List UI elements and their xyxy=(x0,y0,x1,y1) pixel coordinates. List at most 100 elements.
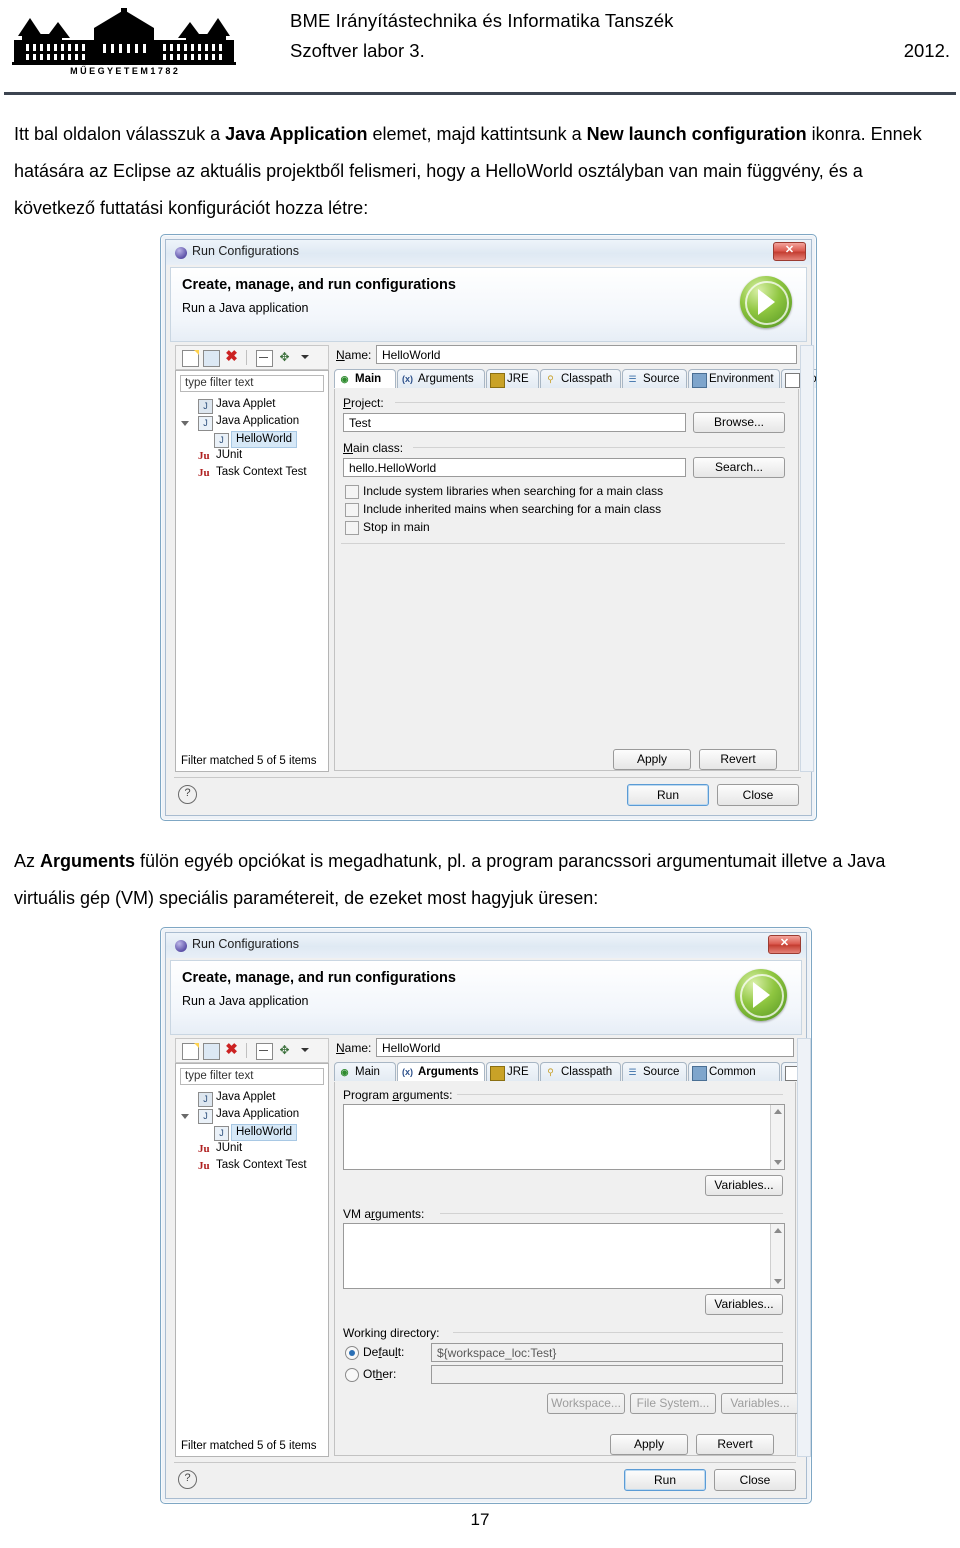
close-button[interactable]: ✕ xyxy=(773,242,806,261)
project-input[interactable]: Test xyxy=(343,413,686,432)
main-icon: ◉ xyxy=(340,1067,349,1077)
collapse-all-icon[interactable] xyxy=(256,1043,273,1060)
radio-button[interactable] xyxy=(345,1346,359,1360)
scroll-down-icon[interactable] xyxy=(774,1160,782,1165)
help-icon[interactable]: ? xyxy=(178,785,197,804)
vm-arguments-scrollbar[interactable] xyxy=(770,1224,784,1288)
program-arguments-scrollbar[interactable] xyxy=(770,1105,784,1169)
working-dir-variables-button[interactable]: Variables... xyxy=(721,1393,799,1414)
tree-item-java-applet[interactable]: J Java Applet xyxy=(180,1090,326,1107)
tab-main[interactable]: ◉ Main xyxy=(334,369,396,388)
run-button[interactable]: Run xyxy=(627,784,709,806)
filter-input[interactable]: type filter text xyxy=(180,1068,324,1085)
search-button[interactable]: Search... xyxy=(693,457,785,478)
jre-icon xyxy=(490,373,505,388)
checkbox-box[interactable] xyxy=(345,503,359,517)
tree-item-junit[interactable]: Ju JUnit xyxy=(180,448,326,465)
vm-variables-button[interactable]: Variables... xyxy=(705,1294,783,1315)
chevron-down-icon[interactable] xyxy=(301,355,309,359)
main-icon: ◉ xyxy=(340,374,349,384)
file-system-button[interactable]: File System... xyxy=(630,1393,716,1414)
configurations-tree[interactable]: J Java Applet J Java Application J Hello… xyxy=(180,1090,326,1175)
section-rule xyxy=(341,543,785,544)
tab-source[interactable]: ☰ Source xyxy=(622,1062,687,1081)
delete-icon[interactable]: ✖ xyxy=(224,1042,239,1058)
tab-classpath[interactable]: ⚲ Classpath xyxy=(540,1062,621,1081)
source-icon: ☰ xyxy=(628,1067,637,1077)
collapse-all-icon[interactable] xyxy=(256,350,273,367)
program-variables-button[interactable]: Variables... xyxy=(705,1175,783,1196)
radio-button[interactable] xyxy=(345,1368,359,1382)
run-button[interactable]: Run xyxy=(624,1469,706,1491)
tree-toolbar[interactable]: ✖ ✥ xyxy=(175,1038,329,1063)
name-input[interactable]: HelloWorld xyxy=(376,1038,794,1057)
tab-bar[interactable]: ◉ Main (x) Arguments JRE ⚲ Classpath ☰ S… xyxy=(334,1062,811,1083)
other-directory-input[interactable] xyxy=(431,1365,783,1384)
name-input[interactable]: HelloWorld xyxy=(376,345,797,364)
tab-source[interactable]: ☰ Source xyxy=(622,369,687,388)
tree-item-helloworld[interactable]: J HelloWorld xyxy=(180,1124,326,1141)
new-launch-configuration-icon[interactable] xyxy=(182,1043,199,1060)
scroll-up-icon[interactable] xyxy=(774,1228,782,1233)
tab-jre[interactable]: JRE xyxy=(486,369,539,388)
tree-item-task-context-test[interactable]: Ju Task Context Test xyxy=(180,1158,326,1175)
duplicate-icon[interactable] xyxy=(203,1043,220,1060)
filter-input[interactable]: type filter text xyxy=(180,375,324,392)
tab-arguments[interactable]: (x) Arguments xyxy=(397,1062,485,1081)
filter-icon[interactable]: ✥ xyxy=(277,1043,292,1058)
configuration-editor-pane: Name: HelloWorld ◉ Main (x) Arguments JR… xyxy=(334,1038,811,1456)
configurations-tree-panel[interactable]: type filter text J Java Applet J Java Ap… xyxy=(175,1063,329,1457)
apply-button[interactable]: Apply xyxy=(613,749,691,770)
run-configurations-dialog-main[interactable]: Run Configurations ✕ Create, manage, and… xyxy=(160,234,817,821)
checkbox-box[interactable] xyxy=(345,521,359,535)
close-dialog-button[interactable]: Close xyxy=(714,1469,796,1491)
tree-item-junit[interactable]: Ju JUnit xyxy=(180,1141,326,1158)
revert-button[interactable]: Revert xyxy=(696,1434,774,1455)
browse-button[interactable]: Browse... xyxy=(693,412,785,433)
delete-icon[interactable]: ✖ xyxy=(224,349,239,365)
chevron-down-icon[interactable] xyxy=(301,1048,309,1052)
dialog-scrollbar[interactable] xyxy=(800,345,814,772)
tree-item-java-application[interactable]: J Java Application xyxy=(180,1107,326,1124)
tab-arguments[interactable]: (x) Arguments xyxy=(397,369,485,388)
scroll-down-icon[interactable] xyxy=(774,1279,782,1284)
expand-arrow-icon[interactable] xyxy=(181,1114,189,1119)
new-launch-configuration-icon[interactable] xyxy=(182,350,199,367)
eclipse-icon xyxy=(175,940,187,952)
vm-arguments-textarea[interactable] xyxy=(343,1223,785,1289)
configurations-tree-panel[interactable]: type filter text J Java Applet J Java Ap… xyxy=(175,370,329,772)
workspace-button[interactable]: Workspace... xyxy=(547,1393,625,1414)
close-button[interactable]: ✕ xyxy=(768,935,801,954)
tab-main[interactable]: ◉ Main xyxy=(334,1062,396,1081)
dialog-scrollbar[interactable] xyxy=(797,1038,811,1457)
mainclass-input[interactable]: hello.HelloWorld xyxy=(343,458,686,477)
tree-toolbar[interactable]: ✖ ✥ xyxy=(175,345,329,370)
configurations-tree[interactable]: J Java Applet J Java Application J Hello… xyxy=(180,397,326,482)
tab-bar[interactable]: ◉ Main (x) Arguments JRE ⚲ Classpath ☰ S… xyxy=(334,369,816,390)
tab-environment[interactable]: Environment xyxy=(688,369,780,388)
close-dialog-button[interactable]: Close xyxy=(717,784,799,806)
revert-button[interactable]: Revert xyxy=(699,749,777,770)
tree-item-java-applet[interactable]: J Java Applet xyxy=(180,397,326,414)
run-configurations-dialog-arguments[interactable]: Run Configurations ✕ Create, manage, and… xyxy=(160,927,812,1504)
dialog-title-bar[interactable]: Run Configurations ✕ xyxy=(166,933,806,958)
checkbox-box[interactable] xyxy=(345,485,359,499)
scroll-up-icon[interactable] xyxy=(774,1109,782,1114)
duplicate-icon[interactable] xyxy=(203,350,220,367)
tab-classpath[interactable]: ⚲ Classpath xyxy=(540,369,621,388)
apply-button[interactable]: Apply xyxy=(610,1434,688,1455)
help-icon[interactable]: ? xyxy=(178,1470,197,1489)
arguments-icon: (x) xyxy=(402,374,413,384)
filter-icon[interactable]: ✥ xyxy=(277,350,292,365)
tree-item-helloworld[interactable]: J HelloWorld xyxy=(180,431,326,448)
tree-item-task-context-test[interactable]: Ju Task Context Test xyxy=(180,465,326,482)
dialog-title-bar[interactable]: Run Configurations ✕ xyxy=(166,240,811,265)
p2-part-c: fülön egyéb opciókat is megadhatunk, pl.… xyxy=(14,851,886,908)
tab-jre[interactable]: JRE xyxy=(486,1062,539,1081)
group-rule xyxy=(457,1094,783,1095)
java-applet-icon: J xyxy=(198,1092,213,1107)
tree-item-java-application[interactable]: J Java Application xyxy=(180,414,326,431)
program-arguments-textarea[interactable] xyxy=(343,1104,785,1170)
expand-arrow-icon[interactable] xyxy=(181,421,189,426)
tab-environment[interactable]: Common xyxy=(688,1062,780,1081)
